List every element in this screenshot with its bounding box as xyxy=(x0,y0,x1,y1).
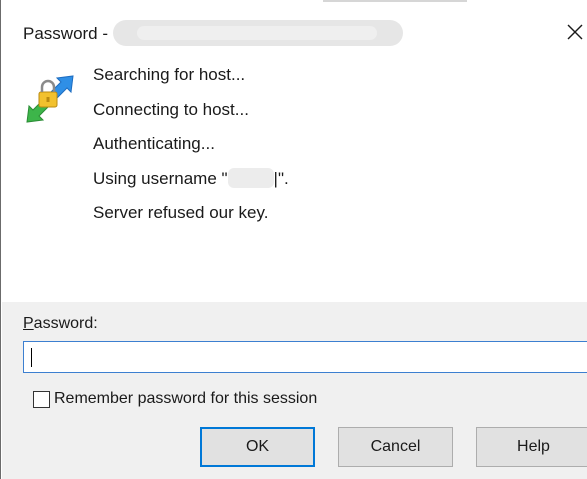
connection-lock-icon xyxy=(26,75,74,123)
password-input[interactable] xyxy=(23,341,587,373)
log-line: Connecting to host... xyxy=(93,99,249,119)
close-icon xyxy=(567,24,583,40)
log-line: Server refused our key. xyxy=(93,203,269,222)
log-line: Authenticating... xyxy=(93,134,215,153)
username-prefix: Using username " xyxy=(93,168,228,188)
redacted-host-name xyxy=(113,20,403,46)
remember-password-checkbox[interactable] xyxy=(33,390,50,408)
password-label: Password: xyxy=(23,315,98,333)
password-dialog: Password - Searching for host... Connect… xyxy=(0,0,587,479)
log-line-username: Using username " |". xyxy=(93,167,289,203)
connection-log: Searching for host... Connecting to host… xyxy=(93,64,289,237)
remember-password-option[interactable]: Remember password for this session xyxy=(33,388,317,410)
ok-button[interactable]: OK xyxy=(200,427,315,467)
password-label-text: assword: xyxy=(33,315,98,332)
help-button[interactable]: Help xyxy=(476,427,587,467)
window-title: Password - xyxy=(23,24,109,43)
remember-password-label[interactable]: Remember password for this session xyxy=(54,390,317,408)
text-caret xyxy=(31,348,32,367)
log-line: Searching for host... xyxy=(93,65,246,84)
cancel-button[interactable]: Cancel xyxy=(338,427,453,467)
username-suffix: |". xyxy=(273,168,289,188)
window-edge-artifact xyxy=(323,0,467,2)
close-button[interactable] xyxy=(563,20,587,44)
redacted-username xyxy=(227,167,274,188)
password-label-accelerator: P xyxy=(23,315,34,332)
title-bar: Password - xyxy=(1,0,587,62)
